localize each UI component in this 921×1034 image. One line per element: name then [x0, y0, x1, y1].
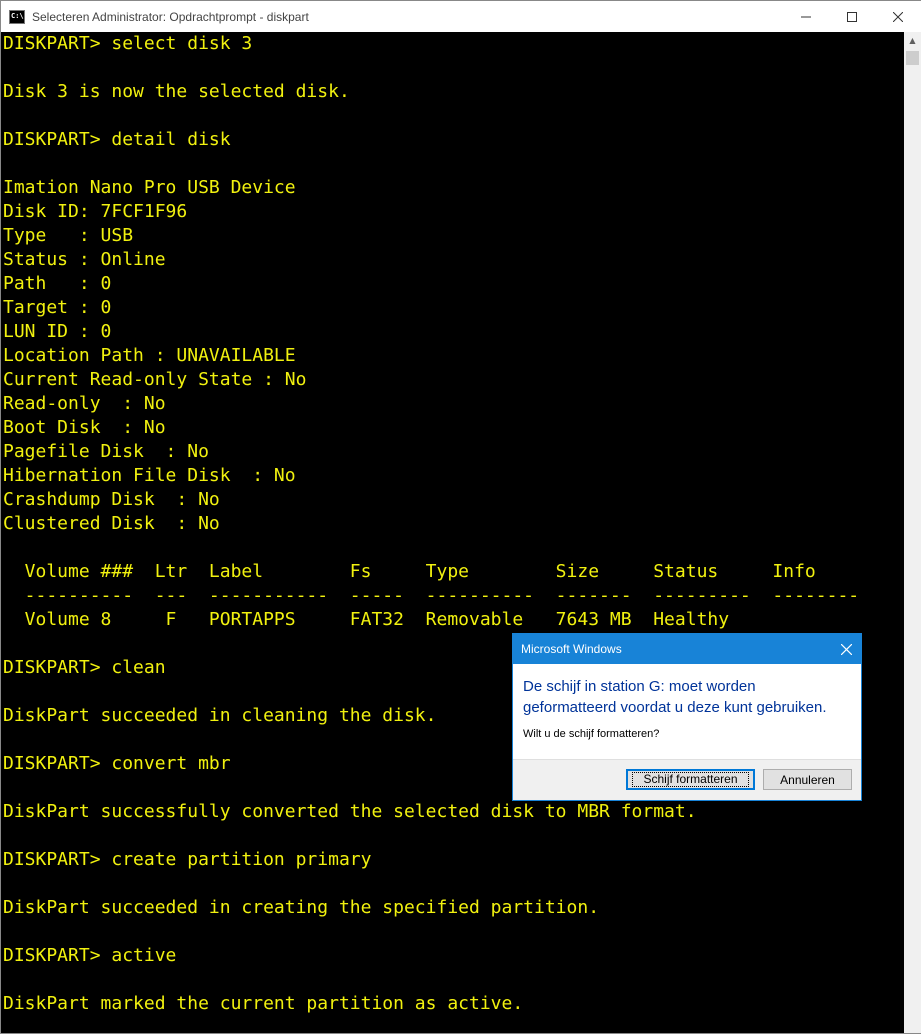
maximize-button[interactable] — [829, 1, 875, 32]
dialog-main-instruction: De schijf in station G: moet worden gefo… — [523, 678, 827, 716]
console-output[interactable]: DISKPART> select disk 3 Disk 3 is now the… — [1, 32, 904, 1033]
command-prompt-window: C:\. Selecteren Administrator: Opdrachtp… — [0, 0, 921, 1034]
minimize-button[interactable] — [783, 1, 829, 32]
dialog-body: De schijf in station G: moet worden gefo… — [513, 664, 861, 740]
cmd-app-icon[interactable]: C:\. — [9, 9, 28, 24]
minimize-icon — [801, 16, 811, 17]
console-line: Disk 3 is now the selected disk. — [3, 81, 350, 102]
format-disk-dialog: Microsoft Windows De schijf in station G… — [512, 633, 862, 801]
dialog-title: Microsoft Windows — [521, 642, 622, 656]
console-line: DISKPART> detail disk — [3, 129, 231, 150]
format-disk-button[interactable]: Schijf formatteren — [626, 769, 755, 790]
console-line: DiskPart successfully converted the sele… — [3, 801, 697, 822]
window-title: Selecteren Administrator: Opdrachtprompt… — [32, 9, 309, 24]
scroll-thumb[interactable] — [906, 51, 919, 65]
console-line: DiskPart succeeded in creating the speci… — [3, 897, 600, 918]
console-line: Imation Nano Pro USB Device — [3, 177, 296, 198]
console-line: Volume 8 F PORTAPPS FAT32 Removable 7643… — [3, 609, 730, 630]
console-line: Hibernation File Disk : No — [3, 465, 296, 486]
console-line: DiskPart marked the current partition as… — [3, 993, 524, 1014]
window-controls — [783, 1, 921, 32]
dialog-close-button[interactable] — [831, 634, 861, 664]
console-line: Disk ID: 7FCF1F96 — [3, 201, 188, 222]
console-line: Type : USB — [3, 225, 134, 246]
console-line: Boot Disk : No — [3, 417, 166, 438]
dialog-content: Wilt u de schijf formatteren? — [523, 728, 660, 740]
cmd-icon-text: C:\. — [11, 11, 28, 20]
console-line: DISKPART> select disk 3 — [3, 33, 253, 54]
console-line: Target : 0 — [3, 297, 112, 318]
console-line: Pagefile Disk : No — [3, 441, 209, 462]
console-line: LUN ID : 0 — [3, 321, 112, 342]
cancel-button[interactable]: Annuleren — [763, 769, 852, 790]
console-line: Volume ### Ltr Label Fs Type Size Status… — [3, 561, 816, 582]
console-lines: DISKPART> select disk 3 Disk 3 is now the… — [1, 32, 904, 1016]
title-bar[interactable]: C:\. Selecteren Administrator: Opdrachtp… — [1, 1, 921, 32]
close-button[interactable] — [875, 1, 921, 32]
console-line: Read-only : No — [3, 393, 166, 414]
console-line: DISKPART> create partition primary — [3, 849, 372, 870]
dialog-footer: Schijf formatteren Annuleren — [513, 759, 861, 800]
console-line: Status : Online — [3, 249, 166, 270]
scroll-up-arrow-icon[interactable]: ▲ — [904, 32, 921, 49]
close-icon — [840, 643, 852, 655]
format-disk-button-label: Schijf formatteren — [632, 772, 749, 787]
console-line: Path : 0 — [3, 273, 112, 294]
close-icon — [893, 11, 903, 22]
console-line: Crashdump Disk : No — [3, 489, 220, 510]
console-line: DISKPART> active — [3, 945, 177, 966]
console-line: Clustered Disk : No — [3, 513, 220, 534]
maximize-icon — [847, 11, 857, 22]
vertical-scrollbar[interactable]: ▲ — [904, 32, 921, 1033]
console-line: Location Path : UNAVAILABLE — [3, 345, 296, 366]
console-line: Current Read-only State : No — [3, 369, 307, 390]
console-line: ---------- --- ----------- ----- -------… — [3, 585, 860, 606]
dialog-title-bar[interactable]: Microsoft Windows — [513, 634, 861, 664]
